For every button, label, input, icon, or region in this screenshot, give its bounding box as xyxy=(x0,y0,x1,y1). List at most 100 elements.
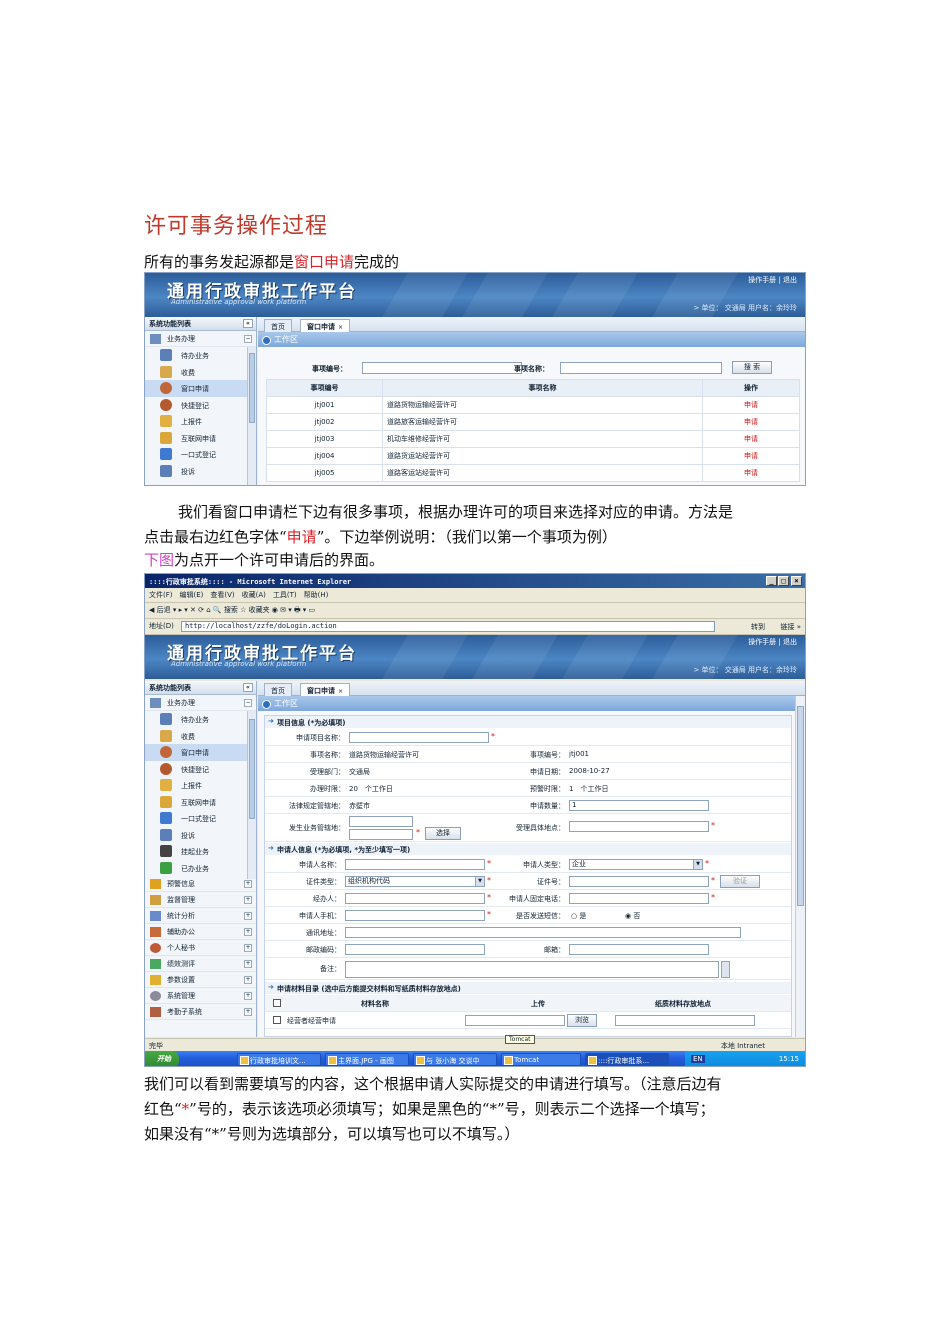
tab-home[interactable]: 首页 xyxy=(264,683,292,696)
ie-toolbar[interactable]: ◀ 后退 ▾ ▸ ▾ ✕ ⟳ ⌂ 🔍 搜索 ☆ 收藏夹 ◉ ✉ ▾ 🖶 ▾ ▭ xyxy=(145,603,805,619)
remark-scrollbar[interactable] xyxy=(721,961,730,978)
screenshot-window-apply-list: 通用行政审批工作平台 Administrative approval work … xyxy=(144,272,806,486)
sidebar-item-todo[interactable]: 待办业务 xyxy=(145,711,256,728)
row-remark: 备注： xyxy=(265,958,791,980)
header-links[interactable]: 操作手册 | 退出 xyxy=(748,637,797,647)
sidebar-item-internet-apply[interactable]: 互联网申请 xyxy=(145,794,256,811)
tab-window-apply[interactable]: 窗口申请 × xyxy=(300,683,351,696)
task-item[interactable]: Tomcat xyxy=(501,1053,581,1066)
address-input[interactable]: http://localhost/zzfe/doLogin.action xyxy=(181,621,715,632)
date-value: 2008-10-27 xyxy=(569,767,610,775)
sidebar-item-quick-register[interactable]: 快捷登记 xyxy=(145,761,256,778)
task-item[interactable]: ::::行政审批系... xyxy=(585,1053,669,1066)
sidebar-group-supervise[interactable]: 监督管理 + xyxy=(145,892,256,908)
collapse-toggle-icon[interactable]: − xyxy=(244,699,252,707)
header-links[interactable]: 操作手册 | 退出 xyxy=(748,275,797,285)
browse-button[interactable]: 浏览 xyxy=(567,1014,597,1027)
apply-link[interactable]: 申请 xyxy=(702,396,800,414)
sidebar-scrollbar[interactable] xyxy=(247,711,256,879)
sidebar-item-complaint[interactable]: 投诉 xyxy=(145,827,256,844)
sidebar-item-report[interactable]: 上报件 xyxy=(145,413,256,430)
sidebar-item-complaint[interactable]: 投诉 xyxy=(145,463,256,480)
sidebar-group-secretary[interactable]: 个人秘书 + xyxy=(145,940,256,956)
sidebar-scrollbar[interactable] xyxy=(247,347,256,485)
sidebar-item-fee[interactable]: 收费 xyxy=(145,728,256,745)
apply-link[interactable]: 申请 xyxy=(702,447,800,465)
collapse-icon[interactable]: « xyxy=(243,319,253,328)
biz-area-input-2[interactable] xyxy=(349,829,413,840)
name-search-input[interactable] xyxy=(560,362,722,374)
sidebar-group-business[interactable]: 业务办理 − xyxy=(145,695,256,711)
applicant-type-select[interactable]: 企业 ▼ xyxy=(569,859,703,870)
sidebar-item-report[interactable]: 上报件 xyxy=(145,777,256,794)
cert-type-select[interactable]: 组织机构代码 ▼ xyxy=(345,876,485,887)
choose-button[interactable]: 选择 xyxy=(425,827,461,840)
tab-window-apply[interactable]: 窗口申请 × xyxy=(300,319,351,332)
task-item[interactable]: 与 张小海 交谈中 xyxy=(413,1053,497,1066)
sidebar-group-system[interactable]: 系统管理 + xyxy=(145,988,256,1004)
sms-no-radio[interactable]: ◉ 否 xyxy=(625,911,640,921)
refresh-icon xyxy=(160,861,172,874)
code-search-input[interactable] xyxy=(362,362,522,374)
phone-input[interactable] xyxy=(569,893,709,904)
collapse-icon[interactable]: « xyxy=(243,683,253,692)
close-icon[interactable]: × xyxy=(338,688,343,695)
search-button[interactable]: 搜 索 xyxy=(732,361,772,374)
sidebar-group-office[interactable]: 辅助办公 + xyxy=(145,924,256,940)
sidebar-group-attendance[interactable]: 考勤子系统 + xyxy=(145,1004,256,1020)
task-item[interactable]: 主界面.JPG - 画图 xyxy=(325,1053,409,1066)
applicant-name-input[interactable] xyxy=(345,859,485,870)
ie-menu-bar[interactable]: 文件(F) 编辑(E) 查看(V) 收藏(A) 工具(T) 帮助(H) xyxy=(145,588,805,603)
zip-input[interactable] xyxy=(345,944,485,955)
cell-name: 机动车维修经营许可 xyxy=(382,430,703,448)
sidebar-item-window-apply[interactable]: 窗口申请 xyxy=(145,744,256,761)
system-tray: EN 15:15 xyxy=(685,1051,805,1066)
sidebar-group-performance[interactable]: 绩效测评 + xyxy=(145,956,256,972)
sms-yes-radio[interactable]: ○ 是 xyxy=(571,911,586,921)
lang-indicator[interactable]: EN xyxy=(691,1055,705,1063)
place-input[interactable] xyxy=(569,821,709,832)
links-button[interactable]: 链接 » xyxy=(780,622,801,632)
apply-link[interactable]: 申请 xyxy=(702,413,800,431)
sidebar-group-stats[interactable]: 统计分析 + xyxy=(145,908,256,924)
mobile-input[interactable] xyxy=(345,910,485,921)
sidebar-item-quick-register[interactable]: 快捷登记 xyxy=(145,397,256,414)
remark-textarea[interactable] xyxy=(345,961,719,978)
agent-input[interactable] xyxy=(345,893,485,904)
go-button[interactable]: 转到 xyxy=(751,622,765,632)
maximize-icon[interactable]: □ xyxy=(778,576,789,586)
sidebar-item-window-apply[interactable]: 窗口申请 xyxy=(145,380,256,397)
cert-no-input[interactable] xyxy=(569,876,709,887)
close-icon[interactable]: × xyxy=(791,576,802,586)
sidebar-group-warning[interactable]: 预警信息 + xyxy=(145,876,256,892)
select-all-checkbox[interactable] xyxy=(273,999,281,1007)
sidebar-item-todo[interactable]: 待办业务 xyxy=(145,347,256,364)
collapse-toggle-icon[interactable]: − xyxy=(244,335,252,343)
status-done: 完毕 xyxy=(149,1042,163,1050)
paper-place-input[interactable] xyxy=(615,1015,755,1026)
material-checkbox[interactable] xyxy=(273,1016,281,1024)
sidebar-item-suspended[interactable]: 挂起业务 xyxy=(145,843,256,860)
biz-area-input-1[interactable] xyxy=(349,816,413,827)
email-input[interactable] xyxy=(569,944,709,955)
sidebar-group-params[interactable]: 参数设置 + xyxy=(145,972,256,988)
sidebar-group-business[interactable]: 业务办理 − xyxy=(145,331,256,347)
close-icon[interactable]: × xyxy=(338,324,343,331)
task-item[interactable]: 行政审批培训文... xyxy=(237,1053,321,1066)
upload-input[interactable] xyxy=(465,1015,565,1026)
qty-input[interactable]: 1 xyxy=(569,800,709,811)
tab-home[interactable]: 首页 xyxy=(264,319,292,332)
apply-link[interactable]: 申请 xyxy=(702,464,800,482)
apply-link[interactable]: 申请 xyxy=(702,430,800,448)
sidebar-item-one-stop[interactable]: 一口式登记 xyxy=(145,446,256,463)
sidebar-item-one-stop[interactable]: 一口式登记 xyxy=(145,810,256,827)
sidebar-item-fee[interactable]: 收费 xyxy=(145,364,256,381)
apply-name-input[interactable] xyxy=(349,732,489,743)
address-input[interactable] xyxy=(345,927,741,938)
sidebar-item-done[interactable]: 已办业务 xyxy=(145,860,256,877)
sidebar-item-internet-apply[interactable]: 互联网申请 xyxy=(145,430,256,447)
content-scrollbar[interactable] xyxy=(795,696,805,1037)
start-button[interactable]: 开始 xyxy=(145,1051,179,1066)
verify-button[interactable]: 验证 xyxy=(720,875,760,888)
minimize-icon[interactable]: _ xyxy=(766,576,777,586)
